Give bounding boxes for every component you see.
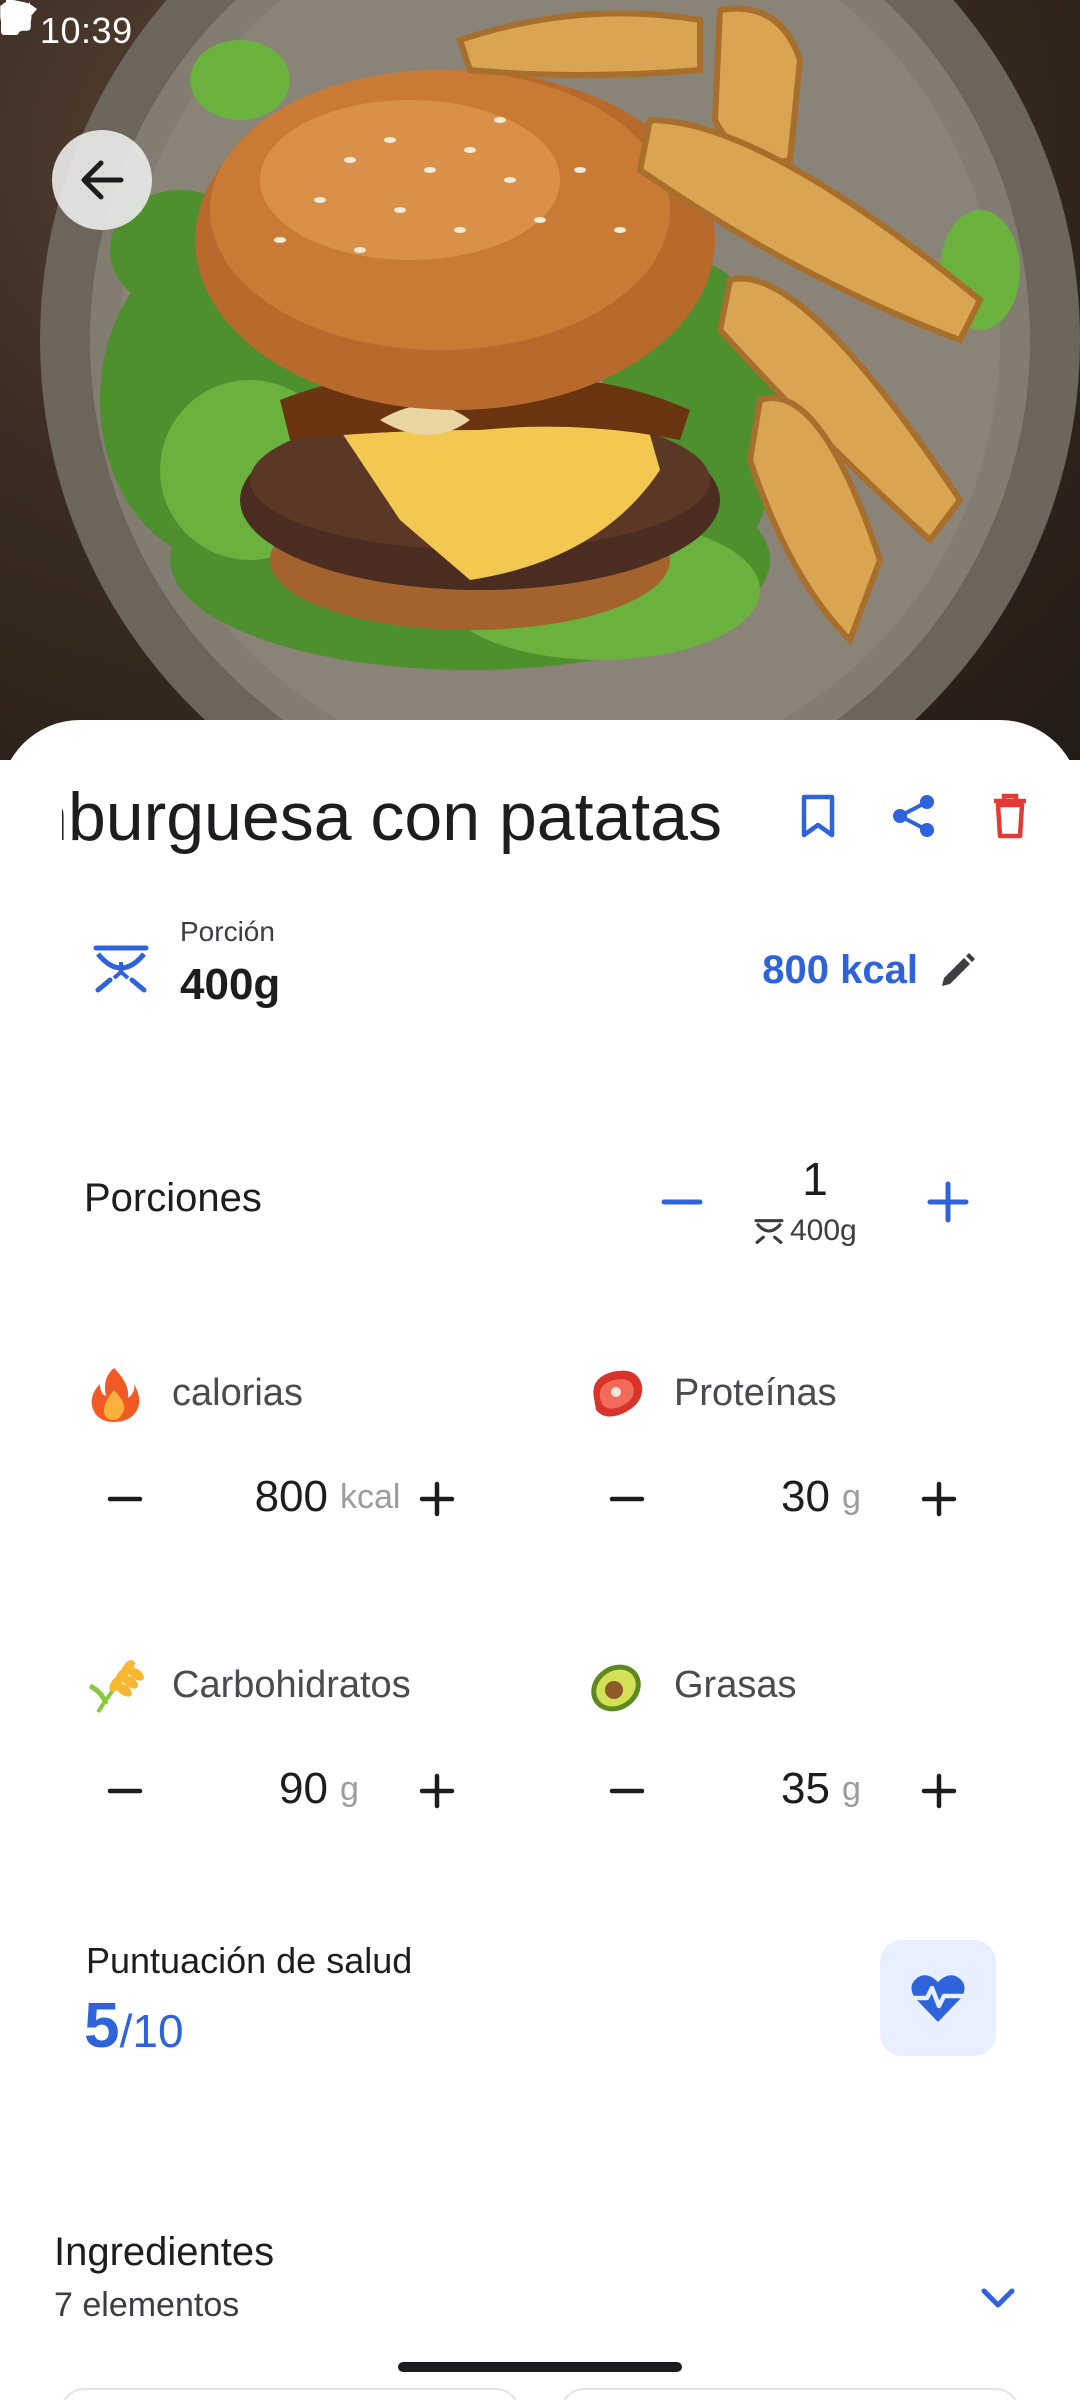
- bookmark-icon: [801, 794, 835, 838]
- cell-signal-icon: [2, 2, 992, 48]
- minus-icon: [661, 1199, 703, 1205]
- edit-portion-button[interactable]: [934, 950, 978, 994]
- trash-icon: [994, 793, 1026, 839]
- scale-icon: [92, 942, 150, 999]
- fats-increase-button[interactable]: [914, 1766, 964, 1816]
- ingredients-title: Ingredientes: [54, 2230, 275, 2274]
- bookmark-button[interactable]: [794, 792, 842, 840]
- nutrient-value: 30: [781, 1472, 830, 1521]
- share-icon: [893, 795, 934, 837]
- nutrient-fats: Grasas 35 g: [586, 1656, 1026, 1886]
- plus-icon: [419, 1481, 455, 1517]
- next-card-peek: [560, 2388, 1020, 2400]
- servings-label: Porciones: [84, 1176, 262, 1220]
- dot-icon: [2, 2, 391, 48]
- home-indicator[interactable]: [398, 2362, 682, 2372]
- nutrient-calories: calorias 800 kcal: [84, 1364, 524, 1594]
- wifi-icon: [1, 1, 944, 48]
- scale-icon: [754, 1219, 784, 1244]
- pencil-icon: [942, 953, 975, 986]
- nutrient-name: Carbohidratos: [172, 1664, 411, 1706]
- nutrient-unit: g: [842, 1478, 861, 1516]
- nutrient-value: 90: [279, 1764, 328, 1813]
- fats-decrease-button[interactable]: [602, 1766, 652, 1816]
- next-card-peek: [60, 2388, 520, 2400]
- google-g-icon: [0, 0, 183, 48]
- chevron-down-icon[interactable]: [970, 2270, 1026, 2326]
- back-button[interactable]: [52, 130, 152, 230]
- nutrient-unit: kcal: [340, 1478, 401, 1516]
- gear-icon: [4, 4, 235, 48]
- minus-icon: [609, 1788, 645, 1794]
- avocado-emoji-icon: [586, 1656, 646, 1716]
- calories-increase-button[interactable]: [412, 1474, 462, 1524]
- protein-decrease-button[interactable]: [602, 1474, 652, 1524]
- delete-button[interactable]: [986, 792, 1034, 840]
- servings-weight-value: 400g: [790, 1214, 857, 1247]
- nutrient-value: 35: [781, 1764, 830, 1813]
- nutrient-unit: g: [842, 1770, 861, 1808]
- minus-icon: [107, 1496, 143, 1502]
- fire-emoji-icon: [84, 1364, 144, 1424]
- health-details-button[interactable]: [880, 1940, 996, 2056]
- plus-icon: [921, 1773, 957, 1809]
- calendar-icon: [1, 2, 339, 48]
- hero-image: 10:39: [0, 0, 1080, 760]
- nutrient-name: Proteínas: [674, 1372, 837, 1414]
- health-score-value: 5: [84, 1989, 120, 2061]
- servings-decrease-button[interactable]: [650, 1170, 714, 1234]
- wheat-emoji-icon: [84, 1656, 144, 1716]
- portion-value: 400g: [180, 960, 281, 1009]
- status-time: 10:39: [40, 10, 133, 51]
- carbs-increase-button[interactable]: [412, 1766, 462, 1816]
- plus-icon: [921, 1481, 957, 1517]
- nutrient-carbs: Carbohidratos 90 g: [84, 1656, 524, 1886]
- title-scroll: Hamburguesa con patatas: [62, 754, 722, 874]
- ingredients-count: 7 elementos: [54, 2286, 240, 2324]
- heart-pulse-icon: [911, 1975, 965, 2022]
- battery-icon: [1, 0, 1040, 48]
- servings-weight: 400g: [754, 1214, 884, 1248]
- servings-row: Porciones 1 400g: [0, 1140, 1080, 1270]
- meat-emoji-icon: [586, 1364, 646, 1424]
- portion-card[interactable]: Porción 400g 800 kcal: [78, 900, 1018, 1050]
- servings-count: 1: [802, 1153, 828, 1205]
- calories-decrease-button[interactable]: [100, 1474, 150, 1524]
- share-button[interactable]: [890, 792, 938, 840]
- health-score-card: Puntuación de salud 5/10: [0, 1940, 1080, 2090]
- minus-icon: [107, 1788, 143, 1794]
- servings-increase-button[interactable]: [916, 1170, 980, 1234]
- ingredients-section[interactable]: Ingredientes 7 elementos: [0, 2230, 1080, 2350]
- portion-kcal: 800 kcal: [762, 948, 918, 992]
- page-title: Hamburguesa con patatas: [62, 779, 722, 855]
- plus-icon: [927, 1181, 969, 1223]
- minus-icon: [609, 1496, 645, 1502]
- nutrient-unit: g: [340, 1770, 359, 1808]
- portion-label: Porción: [180, 916, 275, 947]
- arrow-left-icon: [81, 160, 124, 200]
- plus-icon: [419, 1773, 455, 1809]
- nutrient-name: calorias: [172, 1372, 303, 1414]
- status-bar: 10:39: [0, 0, 1080, 62]
- nutrient-protein: Proteínas 30 g: [586, 1364, 1026, 1594]
- title-row: Hamburguesa con patatas: [0, 754, 1080, 874]
- health-score: 5/10: [84, 1988, 184, 2062]
- protein-increase-button[interactable]: [914, 1474, 964, 1524]
- nutrient-name: Grasas: [674, 1664, 797, 1706]
- health-score-denominator: /10: [119, 2005, 184, 2057]
- detail-sheet: Hamburguesa con patatas: [0, 720, 1080, 2400]
- carbs-decrease-button[interactable]: [100, 1766, 150, 1816]
- shield-icon: [0, 0, 287, 48]
- health-score-label: Puntuación de salud: [86, 1940, 413, 1981]
- nutrient-value: 800: [254, 1472, 328, 1521]
